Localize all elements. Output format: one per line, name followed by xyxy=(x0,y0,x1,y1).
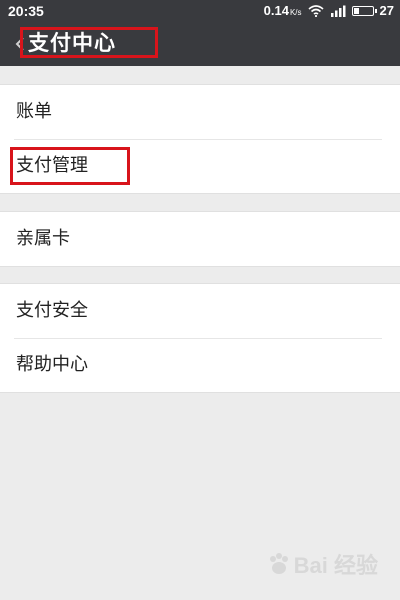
status-indicators: 0.14 K/s 27 xyxy=(264,3,394,18)
network-speed: 0.14 K/s xyxy=(264,3,302,18)
signal-icon xyxy=(330,5,346,17)
list-item-family-card[interactable]: 亲属卡 xyxy=(0,212,400,266)
wifi-icon xyxy=(308,4,324,17)
list-item-label: 亲属卡 xyxy=(16,228,70,249)
battery-level xyxy=(353,7,359,14)
list-item-label: 支付安全 xyxy=(16,300,88,321)
menu-group-3: 支付安全 帮助中心 xyxy=(0,283,400,393)
list-item-payment-security[interactable]: 支付安全 xyxy=(0,284,400,338)
watermark-text: Bai 经验 xyxy=(293,553,378,578)
payment-management-highlight-box xyxy=(10,147,130,185)
battery-icon xyxy=(351,5,377,16)
list-item-label: 帮助中心 xyxy=(16,354,88,375)
screen: 20:35 0.14 K/s 27 支付中心 账单 支付管理 亲属卡 支付安全 … xyxy=(0,0,400,600)
list-item-help-center[interactable]: 帮助中心 xyxy=(0,338,400,392)
network-speed-value: 0.14 xyxy=(263,3,289,18)
status-time: 20:35 xyxy=(8,3,44,19)
list-item-label: 账单 xyxy=(16,101,52,122)
battery-percent: 27 xyxy=(379,3,394,18)
network-speed-unit: K/s xyxy=(289,8,302,17)
paw-logo-icon xyxy=(269,553,288,574)
status-bar: 20:35 0.14 K/s 27 xyxy=(0,0,400,22)
page-title: 支付中心 xyxy=(28,31,116,55)
list-item-bill[interactable]: 账单 xyxy=(0,85,400,139)
watermark: Bai 经验 xyxy=(266,548,378,580)
menu-group-2: 亲属卡 xyxy=(0,211,400,267)
